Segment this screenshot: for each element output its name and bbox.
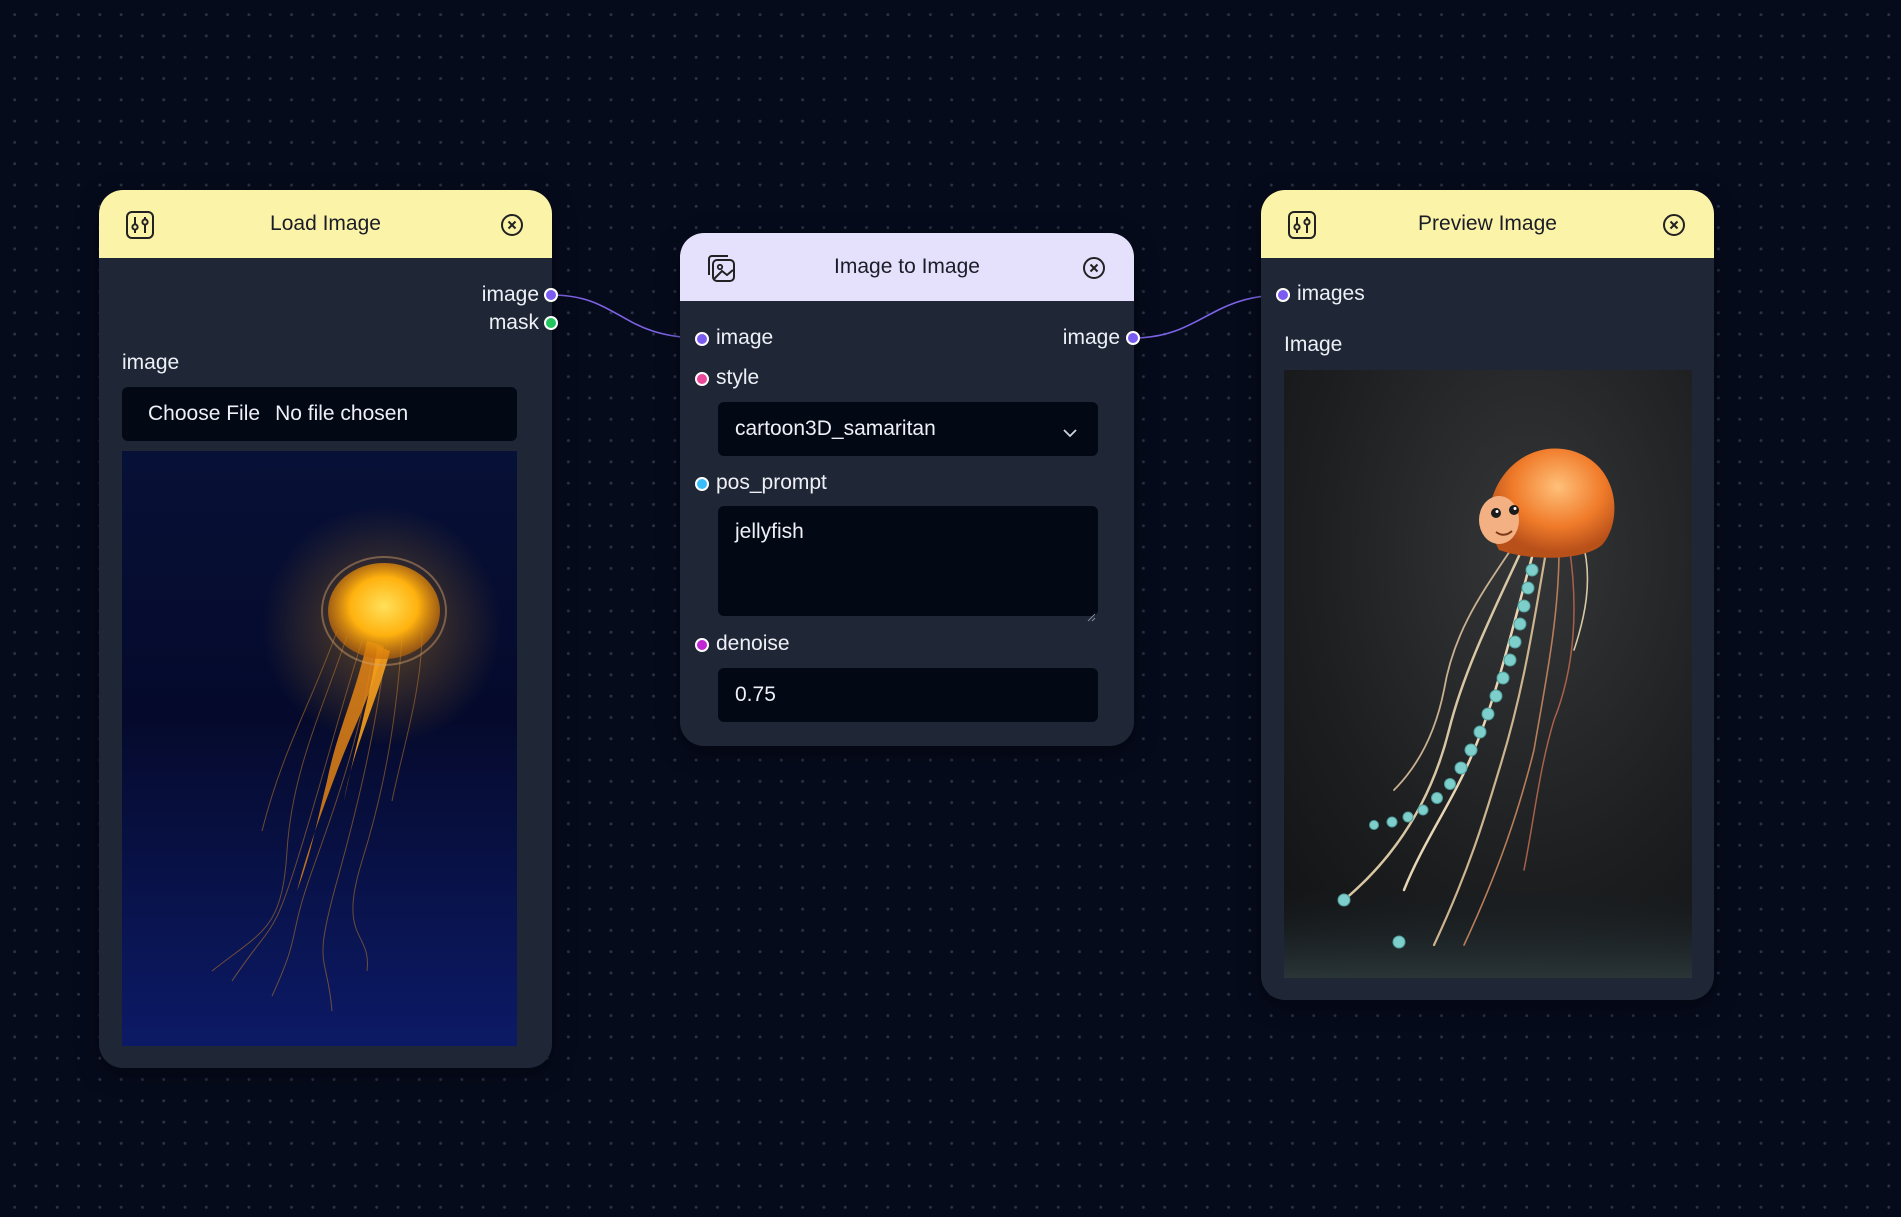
input-port-denoise[interactable] — [695, 638, 709, 652]
style-select-value: cartoon3D_samaritan — [735, 417, 936, 440]
pos-prompt-textarea[interactable]: jellyfish — [718, 506, 1098, 622]
sliders-icon — [1287, 210, 1317, 240]
denoise-value: 0.75 — [735, 683, 776, 706]
style-label: style — [716, 366, 760, 389]
output-label-mask: mask — [488, 311, 539, 334]
denoise-input[interactable]: 0.75 — [718, 668, 1098, 722]
image-gallery-icon — [706, 253, 736, 283]
node-title: Preview Image — [1418, 212, 1557, 235]
input-label-image: image — [716, 326, 774, 349]
choose-file-button[interactable]: Choose File — [148, 402, 260, 426]
input-label-images: images — [1297, 282, 1365, 305]
output-port-mask[interactable] — [544, 316, 558, 330]
output-port-image[interactable] — [544, 288, 558, 302]
image-to-image-node[interactable]: Image to Image image image style cartoon… — [680, 233, 1134, 746]
chevron-down-icon — [1062, 420, 1078, 438]
node-title: Load Image — [270, 212, 381, 235]
preview-image-node[interactable]: Preview Image images Image — [1261, 190, 1714, 1000]
image-to-image-header[interactable]: Image to Image — [680, 233, 1134, 301]
preview-image-header[interactable]: Preview Image — [1261, 190, 1714, 258]
input-port-image[interactable] — [695, 332, 709, 346]
input-port-images[interactable] — [1276, 288, 1290, 302]
load-image-header[interactable]: Load Image — [99, 190, 552, 258]
close-circle-icon[interactable] — [1662, 213, 1686, 237]
input-port-style[interactable] — [695, 372, 709, 386]
close-circle-icon[interactable] — [1082, 256, 1106, 280]
output-image-preview — [1284, 370, 1692, 978]
widget-label-image: image — [122, 351, 180, 374]
file-status-text: No file chosen — [275, 402, 409, 425]
resize-grip-icon[interactable] — [1086, 604, 1096, 622]
output-label-image: image — [1062, 326, 1120, 349]
output-label-image: image — [481, 283, 539, 306]
denoise-label: denoise — [716, 632, 790, 655]
input-port-pos-prompt[interactable] — [695, 477, 709, 491]
node-title: Image to Image — [834, 255, 980, 278]
close-circle-icon[interactable] — [500, 213, 524, 237]
file-picker[interactable]: Choose File No file chosen — [122, 387, 517, 441]
sliders-icon — [125, 210, 155, 240]
pos-prompt-value: jellyfish — [735, 520, 804, 543]
pos-prompt-label: pos_prompt — [716, 471, 827, 494]
jellyfish-photo — [122, 451, 517, 1046]
output-port-image[interactable] — [1126, 331, 1140, 345]
style-select[interactable]: cartoon3D_samaritan — [718, 402, 1098, 456]
preview-image-label: Image — [1284, 333, 1343, 356]
cartoon-jellyfish-render — [1284, 370, 1692, 978]
load-image-node[interactable]: Load Image image mask image Choose File … — [99, 190, 552, 1068]
loaded-image-preview — [122, 451, 517, 1046]
